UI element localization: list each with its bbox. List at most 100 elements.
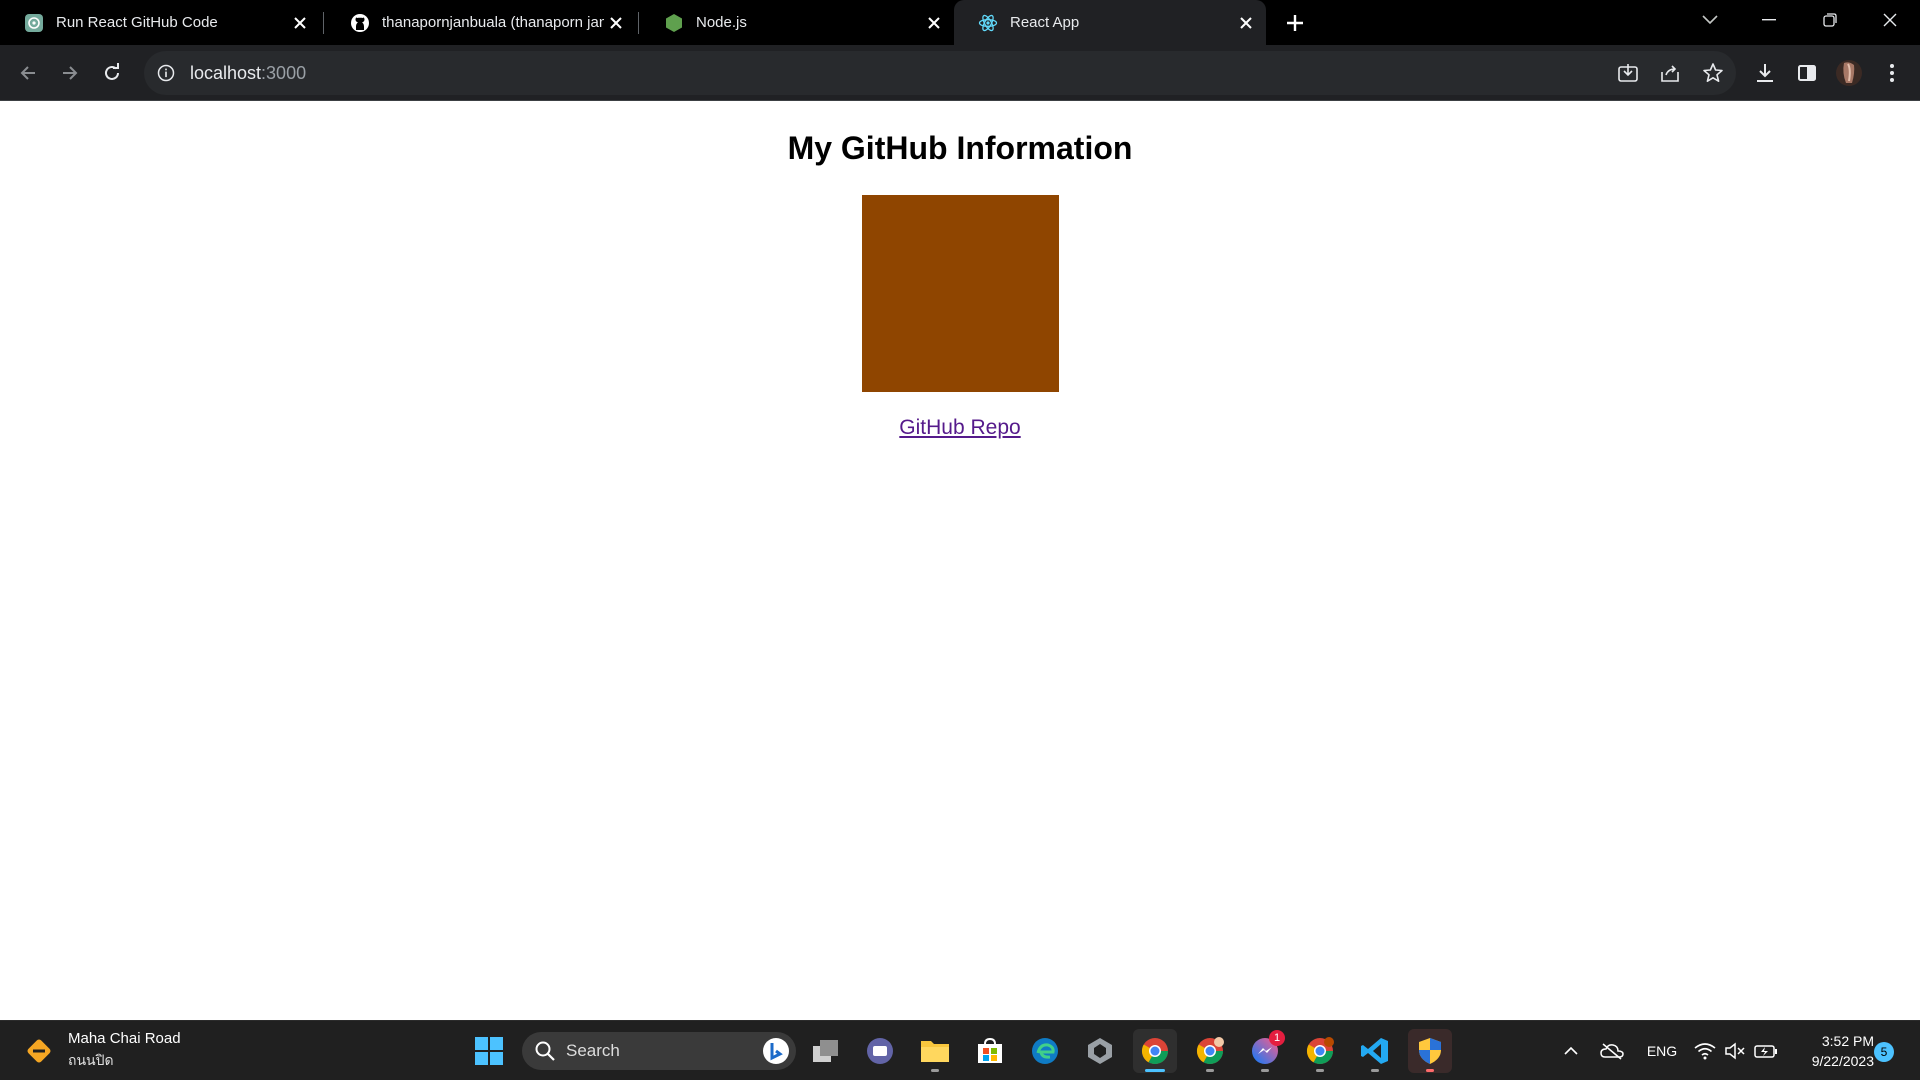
folder-icon [921,1041,949,1062]
onedrive-button[interactable] [1598,1035,1626,1067]
volume-muted-icon [1725,1042,1745,1060]
downloads-button[interactable] [1751,59,1779,87]
address-bar[interactable]: localhost:3000 [144,51,1736,95]
chrome-app[interactable] [1133,1029,1177,1073]
edge-app[interactable] [1023,1029,1067,1073]
active-indicator [1145,1069,1165,1072]
github-repo-link[interactable]: GitHub Repo [899,416,1020,439]
bing-icon[interactable] [762,1037,790,1065]
tab-title: thanapornjanbuala (thanaporn janbuala) [382,14,604,31]
store-icon [978,1037,1002,1063]
arrow-left-icon [20,66,35,80]
traffic-warning-icon [27,1039,51,1063]
close-tab-icon[interactable] [288,11,312,35]
teams-chat-app[interactable] [858,1029,902,1073]
menu-button[interactable] [1878,59,1906,87]
weather-title: Maha Chai Road [68,1030,181,1047]
vscode-app[interactable] [1353,1029,1397,1073]
restore-icon [1823,13,1837,27]
tab-nodejs[interactable]: Node.js [640,0,954,45]
share-button[interactable] [1656,59,1684,87]
task-view-button[interactable] [804,1029,848,1073]
search-icon [535,1041,555,1061]
chatgpt-icon [24,13,44,33]
chevron-down-icon [1702,15,1718,25]
unity-icon [1088,1038,1112,1064]
security-app[interactable] [1408,1029,1452,1073]
file-explorer-app[interactable] [913,1029,957,1073]
weather-widget[interactable]: Maha Chai Road ถนนปิด [24,1030,181,1071]
tab-title: Run React GitHub Code [56,14,218,31]
tab-run-react-github-code[interactable]: Run React GitHub Code [0,0,320,45]
taskbar-clock[interactable]: 3:52 PM 9/22/2023 [1784,1031,1874,1071]
web-page: My GitHub Information GitHub Repo [0,102,1920,1020]
running-indicator [1426,1069,1434,1072]
restore-button[interactable] [1800,0,1860,40]
install-icon [1618,64,1638,82]
side-panel-icon [1798,65,1816,81]
share-icon [1661,65,1679,82]
install-app-button[interactable] [1614,59,1642,87]
minimize-button[interactable] [1739,0,1799,40]
minimize-icon [1762,19,1776,21]
url-host: localhost [190,62,262,83]
show-hidden-icons-button[interactable] [1560,1035,1582,1067]
edge-icon [1032,1038,1058,1064]
chrome-profile-2-app[interactable] [1188,1029,1232,1073]
tab-separator [638,12,639,34]
shield-icon [1419,1038,1441,1064]
running-indicator [1206,1069,1214,1072]
task-view-icon [813,1040,838,1062]
bookmark-button[interactable] [1699,59,1727,87]
reload-button[interactable] [96,57,128,89]
unity-app[interactable] [1078,1029,1122,1073]
new-tab-button[interactable] [1280,8,1310,38]
chrome-profile-3-app[interactable] [1298,1029,1342,1073]
profile-avatar[interactable] [1835,59,1863,87]
clock-date: 9/22/2023 [1811,1053,1874,1069]
search-label: Search [566,1041,620,1060]
start-button[interactable] [467,1029,511,1073]
running-indicator [1371,1069,1379,1072]
windows-taskbar: Maha Chai Road ถนนปิด Search 1 ENG 3:52 … [0,1020,1920,1080]
close-tab-icon[interactable] [604,11,628,35]
more-vert-icon [1890,64,1894,82]
close-tab-icon[interactable] [922,11,946,35]
arrow-right-icon [63,66,78,80]
close-tab-icon[interactable] [1234,11,1258,35]
site-info-icon[interactable] [156,63,176,83]
chevron-up-icon [1564,1046,1578,1055]
tab-search-button[interactable] [1680,0,1740,40]
running-indicator [1316,1069,1324,1072]
download-icon [1757,64,1773,82]
chrome-icon [1196,1037,1224,1065]
tab-react-app[interactable]: React App [954,0,1266,45]
taskbar-search[interactable]: Search [522,1032,796,1070]
plus-icon [1287,15,1303,31]
messenger-app[interactable]: 1 [1243,1029,1287,1073]
weather-subtitle: ถนนปิด [68,1052,114,1068]
microsoft-store-app[interactable] [968,1029,1012,1073]
running-indicator [931,1069,939,1072]
close-window-button[interactable] [1860,0,1920,40]
back-button[interactable] [12,57,44,89]
repo-link-container: GitHub Repo [0,416,1920,440]
github-avatar-image [862,195,1059,392]
running-indicator [1261,1069,1269,1072]
volume-button[interactable] [1722,1035,1748,1067]
battery-button[interactable] [1752,1035,1780,1067]
tab-title: Node.js [696,14,747,31]
side-panel-button[interactable] [1793,59,1821,87]
close-icon [1883,13,1897,27]
url-port: :3000 [261,62,307,83]
notification-count-badge[interactable]: 5 [1874,1042,1894,1062]
windows-logo-icon [475,1037,503,1065]
network-button[interactable] [1692,1035,1718,1067]
battery-charging-icon [1754,1045,1777,1058]
tab-separator [323,12,324,34]
star-icon [1703,63,1723,82]
github-icon [350,13,370,33]
tab-github-profile[interactable]: thanapornjanbuala (thanaporn janbuala) [326,0,636,45]
forward-button[interactable] [54,57,86,89]
language-indicator[interactable]: ENG [1640,1035,1684,1067]
